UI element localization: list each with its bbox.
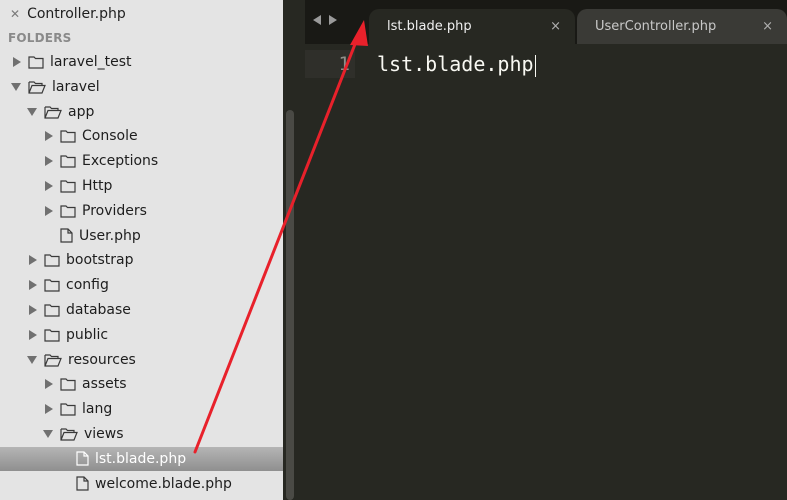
close-icon[interactable]: ✕ <box>10 7 20 21</box>
code-text: lst.blade.php <box>377 52 534 76</box>
tree-folder[interactable]: views <box>0 422 283 446</box>
tree-folder[interactable]: config <box>0 273 283 297</box>
disclosure-collapsed-icon[interactable] <box>29 329 37 340</box>
tree-item-label: lst.blade.php <box>95 450 187 467</box>
tree-item-label: Exceptions <box>82 153 159 170</box>
file-icon <box>76 476 89 491</box>
tree-folder[interactable]: assets <box>0 372 283 396</box>
tab-label: lst.blade.php <box>387 19 472 34</box>
folder-icon <box>60 377 76 391</box>
code-editor[interactable]: 1 lst.blade.php <box>305 44 787 500</box>
folder-icon <box>44 278 60 292</box>
folder-icon <box>60 402 76 416</box>
folder-open-icon <box>60 427 78 441</box>
tree-folder[interactable]: Http <box>0 174 283 198</box>
line-number: 1 <box>338 53 350 75</box>
tab-label: UserController.php <box>595 19 717 34</box>
tree-item-label: database <box>66 302 131 318</box>
tree-folder[interactable]: Providers <box>0 199 283 223</box>
folder-open-icon <box>28 80 46 94</box>
folder-icon <box>44 303 60 317</box>
disclosure-expanded-icon[interactable] <box>43 430 53 438</box>
sidebar: ✕ Controller.php FOLDERS laravel_testlar… <box>0 0 283 500</box>
tab-lst-blade[interactable]: lst.blade.php × <box>369 9 575 44</box>
code-line[interactable]: lst.blade.php <box>377 50 536 78</box>
tree-folder[interactable]: public <box>0 323 283 347</box>
folder-icon <box>28 55 44 69</box>
disclosure-collapsed-icon[interactable] <box>45 131 53 142</box>
folder-open-icon <box>44 353 62 367</box>
tree-item-label: resources <box>68 351 136 368</box>
tree-item-label: app <box>68 103 95 120</box>
tree-folder[interactable]: Exceptions <box>0 149 283 173</box>
tree-item-label: Http <box>82 178 113 194</box>
tree-item-label: laravel <box>52 78 100 95</box>
tree-item-label: public <box>66 326 109 343</box>
tree-item-label: Console <box>82 128 138 145</box>
disclosure-expanded-icon[interactable] <box>27 355 37 364</box>
tree-item-label: config <box>66 277 109 294</box>
tab-bar: lst.blade.php × UserController.php × <box>305 0 787 44</box>
tab-nav <box>313 15 337 25</box>
tree-item-label: assets <box>82 376 127 393</box>
tree-item-label: bootstrap <box>66 252 134 269</box>
tree-item-label: User.php <box>79 227 141 244</box>
folder-icon <box>44 328 60 342</box>
disclosure-collapsed-icon[interactable] <box>13 57 21 67</box>
folder-icon <box>60 154 76 168</box>
folder-icon <box>60 129 76 143</box>
disclosure-collapsed-icon[interactable] <box>45 156 53 167</box>
disclosure-expanded-icon[interactable] <box>11 82 21 91</box>
open-file-item[interactable]: ✕ Controller.php <box>10 4 126 24</box>
arrow-right-icon[interactable] <box>329 15 337 25</box>
tree-folder[interactable]: Console <box>0 124 283 148</box>
folder-open-icon <box>44 105 62 119</box>
tree-folder[interactable]: lang <box>0 397 283 421</box>
tree-item-label: welcome.blade.php <box>95 475 232 492</box>
open-file-label: Controller.php <box>27 6 126 22</box>
arrow-left-icon[interactable] <box>313 15 321 25</box>
disclosure-collapsed-icon[interactable] <box>29 255 37 266</box>
tree-file[interactable]: User.php <box>0 224 283 248</box>
tab-user-controller[interactable]: UserController.php × <box>577 9 787 44</box>
tree-item-label: views <box>84 426 124 442</box>
tree-file[interactable]: lst.blade.php <box>0 446 283 471</box>
disclosure-expanded-icon[interactable] <box>27 107 37 116</box>
text-cursor <box>534 54 536 77</box>
disclosure-collapsed-icon[interactable] <box>45 205 53 216</box>
tree-folder[interactable]: resources <box>0 348 283 372</box>
tree-item-label: lang <box>82 401 113 418</box>
tree-item-label: Providers <box>82 202 147 219</box>
tree-file[interactable]: welcome.blade.php <box>0 472 283 496</box>
sidebar-scrollbar[interactable] <box>286 110 294 500</box>
tree-folder[interactable]: database <box>0 298 283 322</box>
tree-item-label: laravel_test <box>50 54 132 70</box>
folder-icon <box>60 204 76 218</box>
disclosure-collapsed-icon[interactable] <box>29 280 37 291</box>
editor-window: ✕ Controller.php FOLDERS laravel_testlar… <box>0 0 787 500</box>
disclosure-collapsed-icon[interactable] <box>29 305 37 315</box>
tree-folder[interactable]: laravel_test <box>0 50 283 74</box>
file-icon <box>76 451 89 466</box>
tree-folder[interactable]: bootstrap <box>0 248 283 272</box>
disclosure-collapsed-icon[interactable] <box>45 404 53 415</box>
close-icon[interactable]: × <box>762 19 773 34</box>
folder-icon <box>60 179 76 193</box>
close-icon[interactable]: × <box>550 19 561 34</box>
folders-header: FOLDERS <box>8 31 72 45</box>
file-icon <box>60 228 73 243</box>
disclosure-collapsed-icon[interactable] <box>45 181 53 191</box>
tree-folder[interactable]: app <box>0 100 283 124</box>
disclosure-collapsed-icon[interactable] <box>45 379 53 390</box>
tree-folder[interactable]: laravel <box>0 75 283 99</box>
folder-icon <box>44 253 60 267</box>
